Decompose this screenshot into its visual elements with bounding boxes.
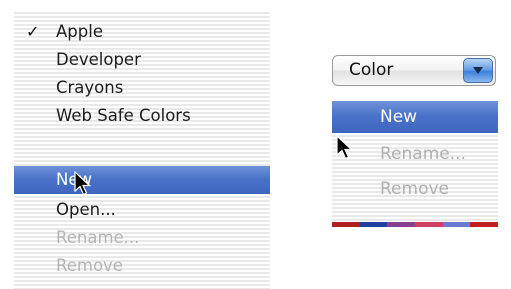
color-swatch (442, 222, 471, 227)
menu-item-developer[interactable]: Developer (14, 46, 270, 74)
color-swatch (387, 222, 416, 227)
color-swatch (415, 222, 443, 227)
menu-item-apple[interactable]: ✓ Apple (14, 18, 270, 46)
menu-item-label: Open... (56, 200, 116, 219)
menu-item-label: Remove (380, 179, 449, 199)
color-swatch (470, 222, 499, 227)
menu-item-remove: Remove (332, 173, 498, 205)
menu-item-label: Rename... (56, 228, 140, 247)
checkmark-icon: ✓ (26, 22, 40, 41)
menu-item-label: Apple (56, 22, 103, 41)
popup-menu: New Rename... Remove (332, 101, 499, 227)
menu-item-label: Rename... (380, 144, 466, 164)
color-list-popup-button[interactable]: Color (332, 55, 496, 86)
menu-item-label: Developer (56, 50, 141, 69)
color-swatch-strip (332, 222, 499, 227)
menu-item-crayons[interactable]: Crayons (14, 74, 270, 102)
menu-item-new[interactable]: New (332, 101, 498, 133)
menu-item-rename: Rename... (14, 224, 270, 252)
mouse-pointer-icon (74, 171, 92, 196)
menu-item-label: Crayons (56, 78, 124, 97)
screenshot-canvas: ✓ Apple Developer Crayons Web Safe Color… (0, 0, 511, 289)
menu-item-web-safe-colors[interactable]: Web Safe Colors (14, 102, 270, 130)
menu-item-new[interactable]: New (14, 166, 270, 194)
menu-item-remove: Remove (14, 252, 270, 280)
chevron-down-icon (473, 67, 483, 74)
menu-separator (14, 134, 270, 144)
popup-selected-value: Color (349, 60, 394, 80)
menu-item-label: Web Safe Colors (56, 106, 191, 125)
popup-arrow-button[interactable] (463, 58, 493, 83)
menu-item-open[interactable]: Open... (14, 196, 270, 224)
menu-item-label: Remove (56, 256, 123, 275)
mouse-pointer-icon (336, 135, 354, 160)
menu-item-label: New (380, 107, 418, 127)
color-list-menu: ✓ Apple Developer Crayons Web Safe Color… (14, 10, 270, 289)
color-swatch (359, 222, 388, 227)
color-swatch (332, 222, 360, 227)
menu-item-rename: Rename... (332, 138, 498, 170)
